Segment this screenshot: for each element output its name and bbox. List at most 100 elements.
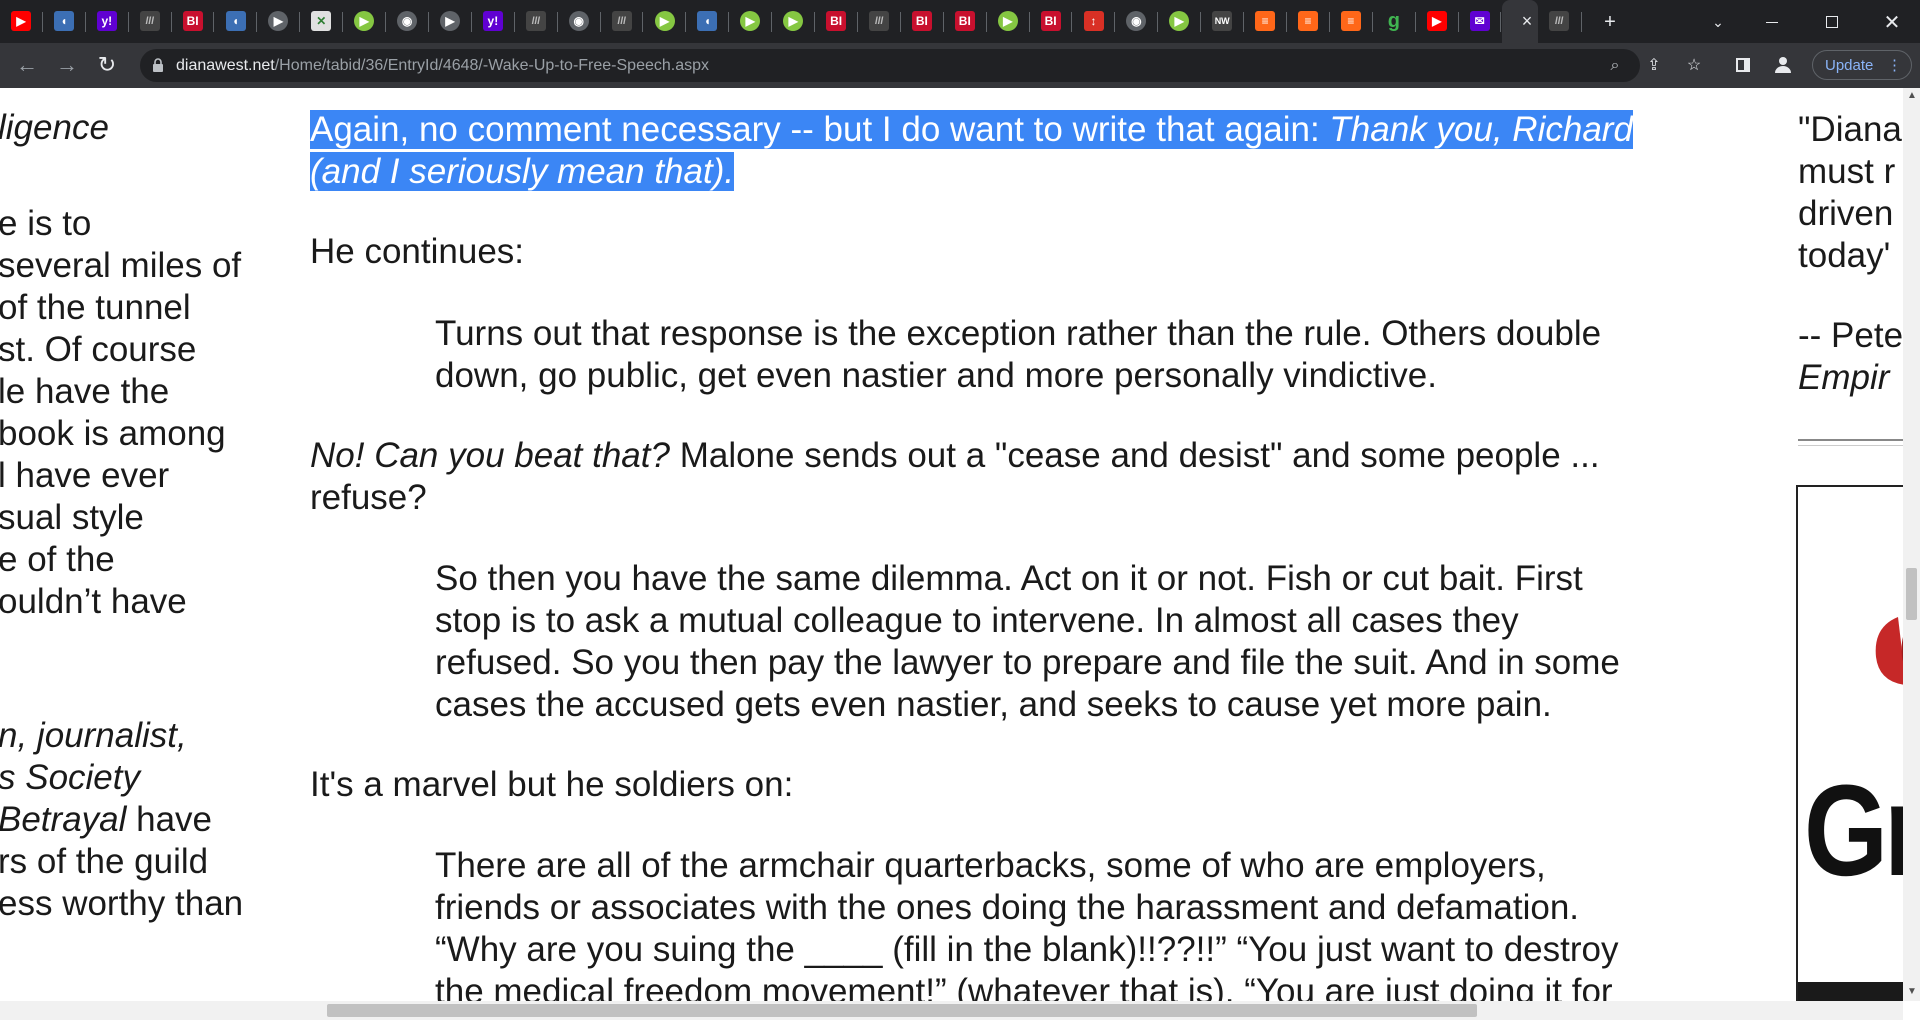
blockquote-line: “Why are you suing the ____ (fill in the…: [435, 930, 1619, 969]
browser-tab[interactable]: ▶: [729, 0, 773, 43]
youtube-icon: ▶: [11, 11, 31, 31]
rumble-icon: ▶: [654, 11, 675, 31]
browser-tab[interactable]: ≡: [1330, 0, 1373, 43]
horizontal-scrollbar[interactable]: [0, 1001, 1903, 1020]
paragraph: No! Can you beat that? Malone sends out …: [310, 436, 1600, 475]
close-icon[interactable]: ×: [1516, 10, 1538, 32]
browser-tab[interactable]: y!: [86, 0, 129, 43]
left-column-line: ouldn’t have: [0, 582, 187, 621]
selected-paragraph[interactable]: Again, no comment necessary -- but I do …: [310, 108, 1633, 151]
browser-tab[interactable]: ▶: [987, 0, 1030, 43]
browser-tab[interactable]: ◉: [386, 0, 429, 43]
active-tab[interactable]: ×: [1502, 0, 1538, 43]
browser-tab[interactable]: ▶: [772, 0, 816, 43]
promo-artwork: [1875, 617, 1903, 685]
scroll-up-icon[interactable]: ▲: [1907, 90, 1917, 101]
tab-last[interactable]: lll: [1538, 0, 1582, 43]
browser-tab[interactable]: ✉: [1459, 0, 1502, 43]
browser-tab[interactable]: ✕: [300, 0, 344, 43]
rumble-icon: ▶: [1169, 11, 1190, 31]
browser-tab[interactable]: ▶: [429, 0, 472, 43]
scroll-down-icon[interactable]: ▼: [1907, 986, 1917, 997]
browser-tab[interactable]: lll: [515, 0, 558, 43]
browser-tab[interactable]: ▶: [343, 0, 387, 43]
browser-tab[interactable]: ▶: [1158, 0, 1202, 43]
left-column-line: ess worthy than: [0, 884, 244, 923]
address-bar[interactable]: dianawest.net/Home/tabid/36/EntryId/4648…: [140, 49, 1640, 82]
more-menu-icon: ⋮: [1887, 57, 1902, 74]
forward-button[interactable]: →: [53, 51, 81, 79]
zoom-icon[interactable]: ⌕: [1604, 55, 1626, 77]
reload-icon: ↻: [97, 52, 117, 77]
browser-tab[interactable]: ◖: [43, 0, 86, 43]
side-panel-icon[interactable]: [1731, 53, 1755, 77]
restore-icon: [1826, 16, 1838, 28]
yahoo-icon: y!: [96, 11, 117, 31]
new-tab-button[interactable]: +: [1596, 8, 1624, 36]
browser-tab[interactable]: BI: [901, 0, 944, 43]
blockquote-line: friends or associates with the ones doin…: [435, 888, 1580, 927]
bi-icon: BI: [1040, 11, 1061, 31]
browser-tab[interactable]: BI: [1030, 0, 1073, 43]
browser-tab[interactable]: ▶: [257, 0, 301, 43]
minimize-button[interactable]: [1758, 8, 1786, 36]
left-column-line: ligence: [0, 108, 109, 147]
browser-tab[interactable]: ▶: [1416, 0, 1459, 43]
browser-tab[interactable]: BI: [172, 0, 215, 43]
browser-tab[interactable]: BI: [815, 0, 858, 43]
bi-icon: BI: [911, 11, 932, 31]
browser-tab[interactable]: NW: [1201, 0, 1245, 43]
news-icon: NW: [1212, 11, 1233, 31]
back-button[interactable]: ←: [13, 51, 41, 79]
sidebar-quote-line: today': [1798, 236, 1891, 275]
browser-tab[interactable]: g: [1373, 0, 1416, 43]
close-window-button[interactable]: ✕: [1878, 8, 1906, 36]
browser-tab[interactable]: ◖: [686, 0, 730, 43]
browser-tab[interactable]: ◉: [1115, 0, 1159, 43]
browser-tab[interactable]: ◉: [558, 0, 601, 43]
browser-tab[interactable]: lll: [858, 0, 901, 43]
left-column-line: s Society: [0, 758, 140, 797]
selected-paragraph-line2[interactable]: (and I seriously mean that).: [310, 150, 735, 193]
g-icon: g: [1387, 9, 1400, 32]
left-column-line: e of the: [0, 540, 115, 579]
ltl-icon: lll: [611, 11, 632, 31]
vertical-scrollbar[interactable]: ▲ ▼: [1903, 88, 1920, 1001]
browser-tab[interactable]: lll: [601, 0, 644, 43]
browser-toolbar: ← → ↻ dianawest.net/Home/tabid/36/EntryI…: [0, 43, 1920, 88]
promo-image-letters: Gr: [1804, 757, 1903, 903]
sidebar-promo-image[interactable]: Gr: [1796, 485, 1903, 1001]
bookmark-icon: ≡: [1340, 11, 1361, 31]
browser-tab[interactable]: lll: [129, 0, 172, 43]
profile-icon[interactable]: [1771, 53, 1795, 77]
ltl-icon: lll: [525, 11, 546, 31]
browser-tab[interactable]: ≡: [1287, 0, 1330, 43]
vertical-scroll-thumb[interactable]: [1906, 568, 1917, 620]
ltl-icon: lll: [1549, 11, 1569, 31]
bi-icon: BI: [826, 11, 847, 31]
close-icon: ✕: [1883, 11, 1901, 34]
horizontal-scroll-thumb[interactable]: [327, 1004, 1477, 1017]
shield-icon: ◖: [53, 11, 74, 31]
browser-tab[interactable]: ▶: [644, 0, 687, 43]
left-column-line: rs of the guild: [0, 842, 209, 881]
arrow-left-icon: ←: [16, 52, 38, 77]
share-icon[interactable]: ⇪: [1642, 53, 1666, 77]
rumble-icon: ▶: [740, 11, 761, 31]
browser-tab[interactable]: ↕: [1073, 0, 1116, 43]
reload-button[interactable]: ↻: [93, 51, 121, 79]
star-icon[interactable]: ☆: [1682, 53, 1706, 77]
update-button[interactable]: Update ⋮: [1812, 50, 1912, 80]
url-text[interactable]: dianawest.net/Home/tabid/36/EntryId/4648…: [176, 57, 709, 75]
yahoo-icon: y!: [482, 11, 503, 31]
browser-tab[interactable]: y!: [472, 0, 515, 43]
browser-tab[interactable]: BI: [944, 0, 987, 43]
browser-tab[interactable]: ▶: [0, 0, 43, 43]
pin-icon: ↕: [1083, 11, 1104, 31]
left-column-line: st. Of course: [0, 330, 197, 369]
tab-search-button[interactable]: ⌄: [1704, 8, 1732, 36]
lock-icon: [153, 58, 163, 72]
browser-tab[interactable]: ≡: [1244, 0, 1287, 43]
restore-button[interactable]: [1818, 8, 1846, 36]
browser-tab[interactable]: ◖: [215, 0, 258, 43]
